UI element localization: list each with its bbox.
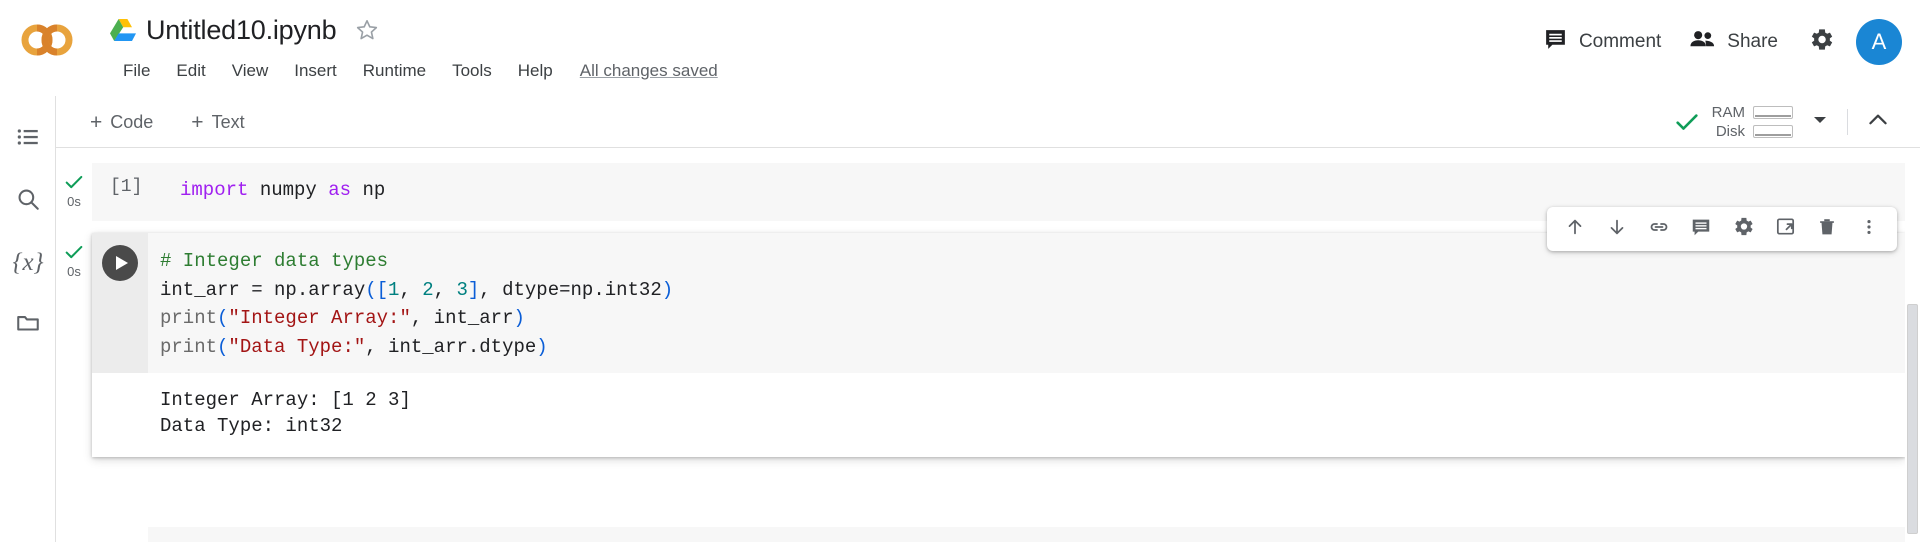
- caret-down-icon: [1810, 110, 1830, 135]
- avatar[interactable]: A: [1856, 19, 1902, 65]
- save-status[interactable]: All changes saved: [580, 61, 718, 81]
- disk-label: Disk: [1709, 123, 1745, 140]
- mirror-cell-button[interactable]: [1765, 209, 1805, 249]
- menu-item-insert[interactable]: Insert: [281, 59, 350, 83]
- cell-1-exec-time: 0s: [67, 194, 81, 209]
- notebook-body: 0s [1] import numpy as np 0s: [56, 149, 1905, 542]
- move-cell-down-button[interactable]: [1597, 209, 1637, 249]
- collapse-toolbar-button[interactable]: [1858, 102, 1898, 142]
- mirror-cell-icon: [1774, 215, 1797, 243]
- cell-settings-icon: [1732, 215, 1755, 243]
- notebook-scrollbar-thumb[interactable]: [1907, 304, 1918, 534]
- plus-icon: +: [191, 112, 203, 133]
- cell-2-exec-time: 0s: [67, 264, 81, 279]
- add-text-cell-button[interactable]: + Text: [179, 107, 256, 138]
- cell-2-output: Integer Array: [1 2 3] Data Type: int32: [160, 387, 1905, 439]
- sidebar-item-variables[interactable]: {x}: [0, 232, 56, 294]
- cell-1-code[interactable]: import numpy as np: [180, 176, 385, 204]
- link-to-cell-button[interactable]: [1639, 209, 1679, 249]
- chevron-up-icon: [1865, 107, 1891, 138]
- cell-1-gutter: 0s: [56, 163, 92, 209]
- add-code-cell-button[interactable]: + Code: [78, 107, 165, 138]
- add-comment-icon: [1690, 216, 1712, 243]
- plus-icon: +: [90, 112, 102, 133]
- menu-item-help[interactable]: Help: [505, 59, 566, 83]
- play-icon: [116, 256, 128, 270]
- move-cell-down-icon: [1606, 216, 1628, 243]
- sidebar-item-files[interactable]: [0, 294, 56, 356]
- cell-2-container: # Integer data types int_arr = np.array(…: [92, 233, 1905, 457]
- add-code-label: Code: [110, 112, 153, 133]
- menu-item-view[interactable]: View: [219, 59, 282, 83]
- notebook-scrollbar-track[interactable]: [1905, 149, 1920, 542]
- checkmark-icon: [63, 171, 85, 193]
- link-to-cell-icon: [1647, 215, 1671, 244]
- ram-meter: RAM: [1709, 104, 1793, 121]
- menu-item-file[interactable]: File: [110, 59, 163, 83]
- delete-cell-button[interactable]: [1807, 209, 1847, 249]
- next-cell-peek[interactable]: [148, 527, 1905, 542]
- menu-item-runtime[interactable]: Runtime: [350, 59, 439, 83]
- colab-app: Untitled10.ipynb File Edit View Insert R…: [0, 0, 1920, 542]
- comment-button[interactable]: Comment: [1529, 19, 1675, 65]
- delete-cell-icon: [1816, 216, 1838, 243]
- disk-bar: [1753, 125, 1793, 138]
- toolbar-divider: [1847, 109, 1848, 135]
- variables-icon: {x}: [12, 249, 43, 277]
- comment-icon: [1543, 27, 1568, 57]
- cell-2-output-area: Integer Array: [1 2 3] Data Type: int32: [92, 373, 1905, 457]
- notebook-toolbar: + Code + Text RAM Disk: [56, 96, 1920, 148]
- ram-label: RAM: [1709, 104, 1745, 121]
- cell-2-gutter: 0s: [56, 233, 92, 279]
- checkmark-icon: [1673, 108, 1701, 136]
- checkmark-icon: [63, 241, 85, 263]
- resource-indicator: RAM Disk: [1673, 96, 1904, 148]
- disk-meter: Disk: [1709, 123, 1793, 140]
- more-options-button[interactable]: [1849, 209, 1889, 249]
- folder-icon: [15, 310, 41, 341]
- search-icon: [15, 186, 41, 217]
- cell-1-prompt: [1]: [110, 177, 142, 197]
- ram-disk-meters[interactable]: RAM Disk: [1709, 104, 1793, 140]
- run-cell-button[interactable]: [102, 245, 138, 281]
- notebook-title-row: Untitled10.ipynb: [110, 8, 380, 52]
- move-cell-up-icon: [1564, 216, 1586, 243]
- cell-2-code-area[interactable]: # Integer data types int_arr = np.array(…: [92, 233, 1905, 373]
- resource-dropdown-button[interactable]: [1803, 105, 1837, 139]
- top-actions: Comment Share: [1529, 14, 1902, 70]
- move-cell-up-button[interactable]: [1555, 209, 1595, 249]
- top-bar: Untitled10.ipynb File Edit View Insert R…: [0, 0, 1920, 96]
- settings-button[interactable]: [1798, 19, 1844, 65]
- cell-settings-button[interactable]: [1723, 209, 1763, 249]
- colab-logo[interactable]: [20, 20, 74, 60]
- cell-action-toolbar: [1547, 207, 1897, 251]
- share-label: Share: [1727, 31, 1778, 53]
- list-icon: [15, 124, 41, 155]
- more-options-icon: [1859, 217, 1879, 242]
- share-button[interactable]: Share: [1675, 19, 1792, 65]
- menu-item-tools[interactable]: Tools: [439, 59, 505, 83]
- menu-item-edit[interactable]: Edit: [163, 59, 218, 83]
- add-cell-buttons: + Code + Text: [78, 96, 257, 148]
- left-sidebar: {x}: [0, 96, 56, 542]
- menu-bar: File Edit View Insert Runtime Tools Help…: [110, 56, 718, 86]
- gear-icon: [1808, 26, 1835, 58]
- cell-2-code[interactable]: # Integer data types int_arr = np.array(…: [160, 247, 673, 361]
- add-text-label: Text: [212, 112, 245, 133]
- sidebar-item-find-and-replace[interactable]: [0, 170, 56, 232]
- add-comment-button[interactable]: [1681, 209, 1721, 249]
- drive-icon: [110, 18, 136, 42]
- sidebar-item-table-of-contents[interactable]: [0, 108, 56, 170]
- notebook-title[interactable]: Untitled10.ipynb: [146, 15, 336, 46]
- ram-bar: [1753, 106, 1793, 119]
- star-icon[interactable]: [354, 17, 380, 43]
- comment-label: Comment: [1579, 31, 1661, 53]
- people-icon: [1689, 27, 1716, 57]
